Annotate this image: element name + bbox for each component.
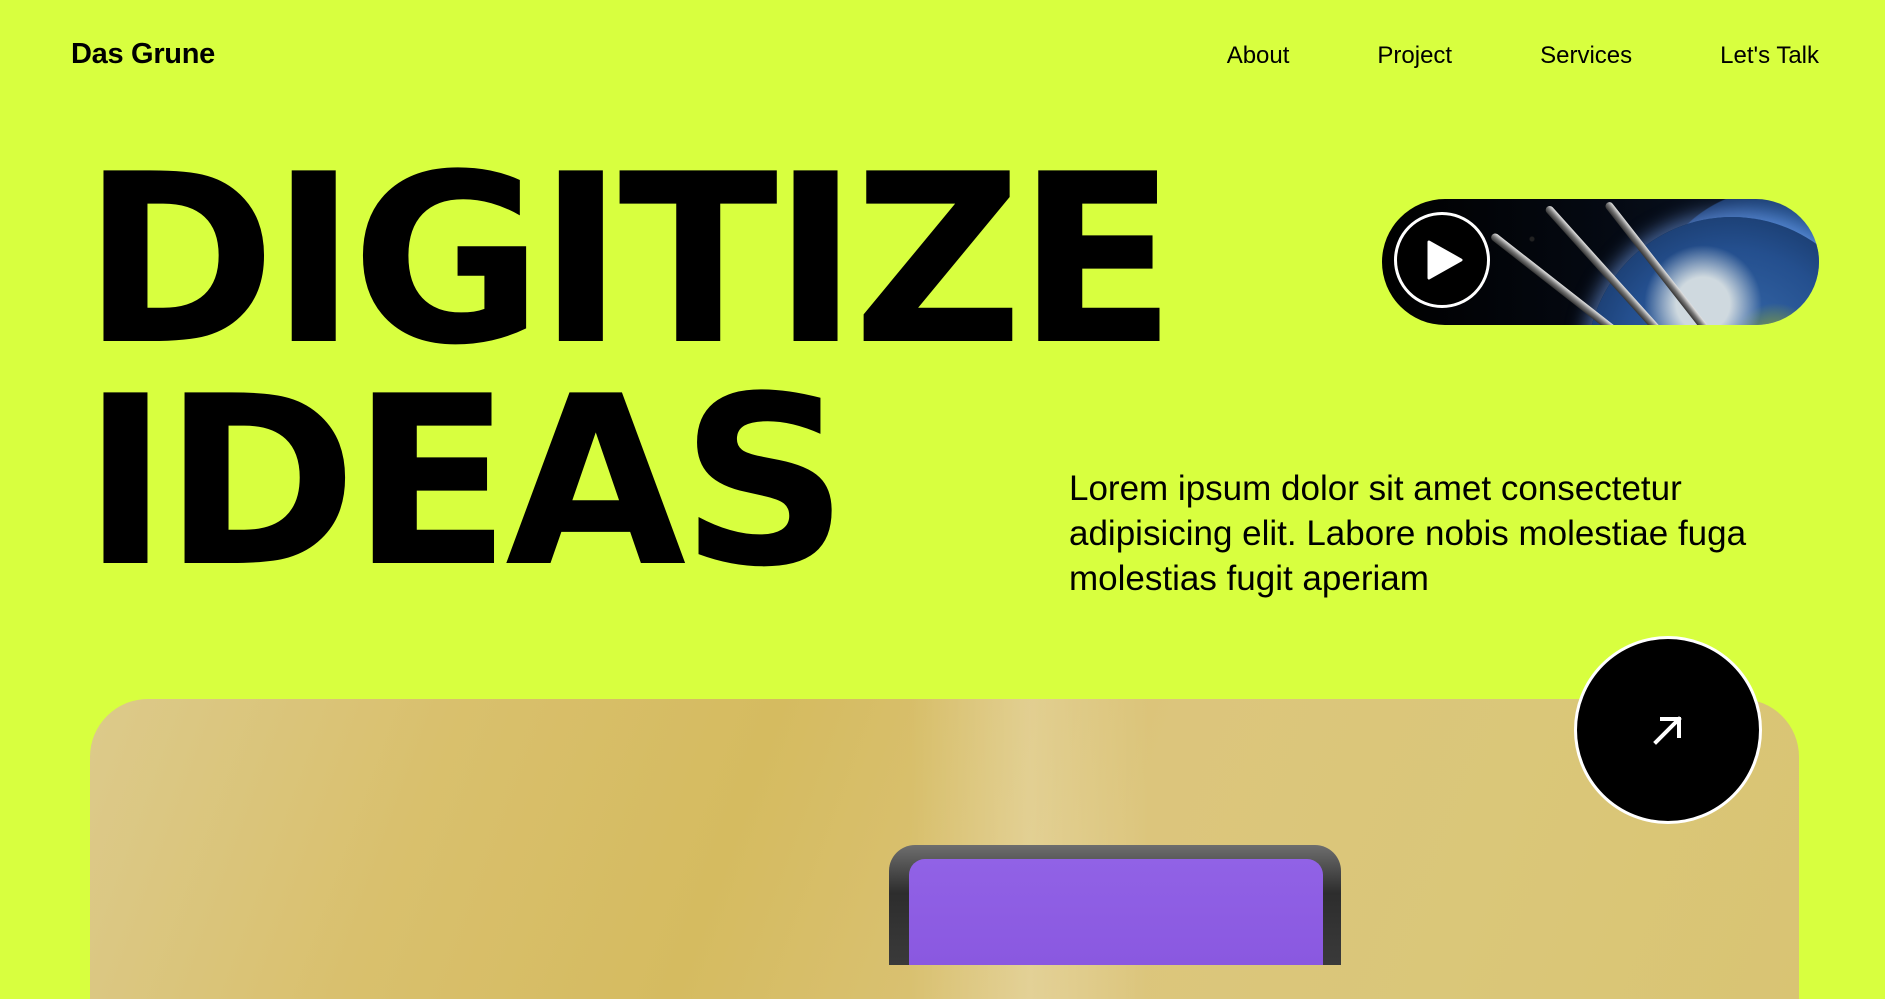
headline-line-2: IDEAS — [82, 347, 849, 619]
nav-link-services[interactable]: Services — [1540, 42, 1632, 70]
nav-link-lets-talk[interactable]: Let's Talk — [1720, 42, 1819, 70]
cta-arrow-button[interactable] — [1574, 636, 1762, 824]
nav-link-about[interactable]: About — [1227, 42, 1290, 70]
video-thumbnail[interactable] — [1382, 199, 1819, 325]
headline-line-1: DIGITIZE — [82, 125, 1177, 397]
arrow-up-right-icon — [1653, 716, 1682, 745]
brand-logo[interactable]: Das Grune — [71, 38, 215, 71]
hero-headline: DIGITIZE IDEAS — [82, 125, 1177, 619]
earth-image — [1587, 217, 1819, 325]
device-mockup — [889, 845, 1341, 965]
nav-link-project[interactable]: Project — [1377, 42, 1452, 70]
device-screen — [909, 859, 1323, 965]
main-nav: About Project Services Let's Talk — [1227, 42, 1819, 70]
play-icon — [1427, 240, 1463, 280]
play-button[interactable] — [1394, 212, 1490, 308]
feature-card — [90, 699, 1799, 999]
hero-description: Lorem ipsum dolor sit amet consectetur a… — [1069, 469, 1747, 598]
